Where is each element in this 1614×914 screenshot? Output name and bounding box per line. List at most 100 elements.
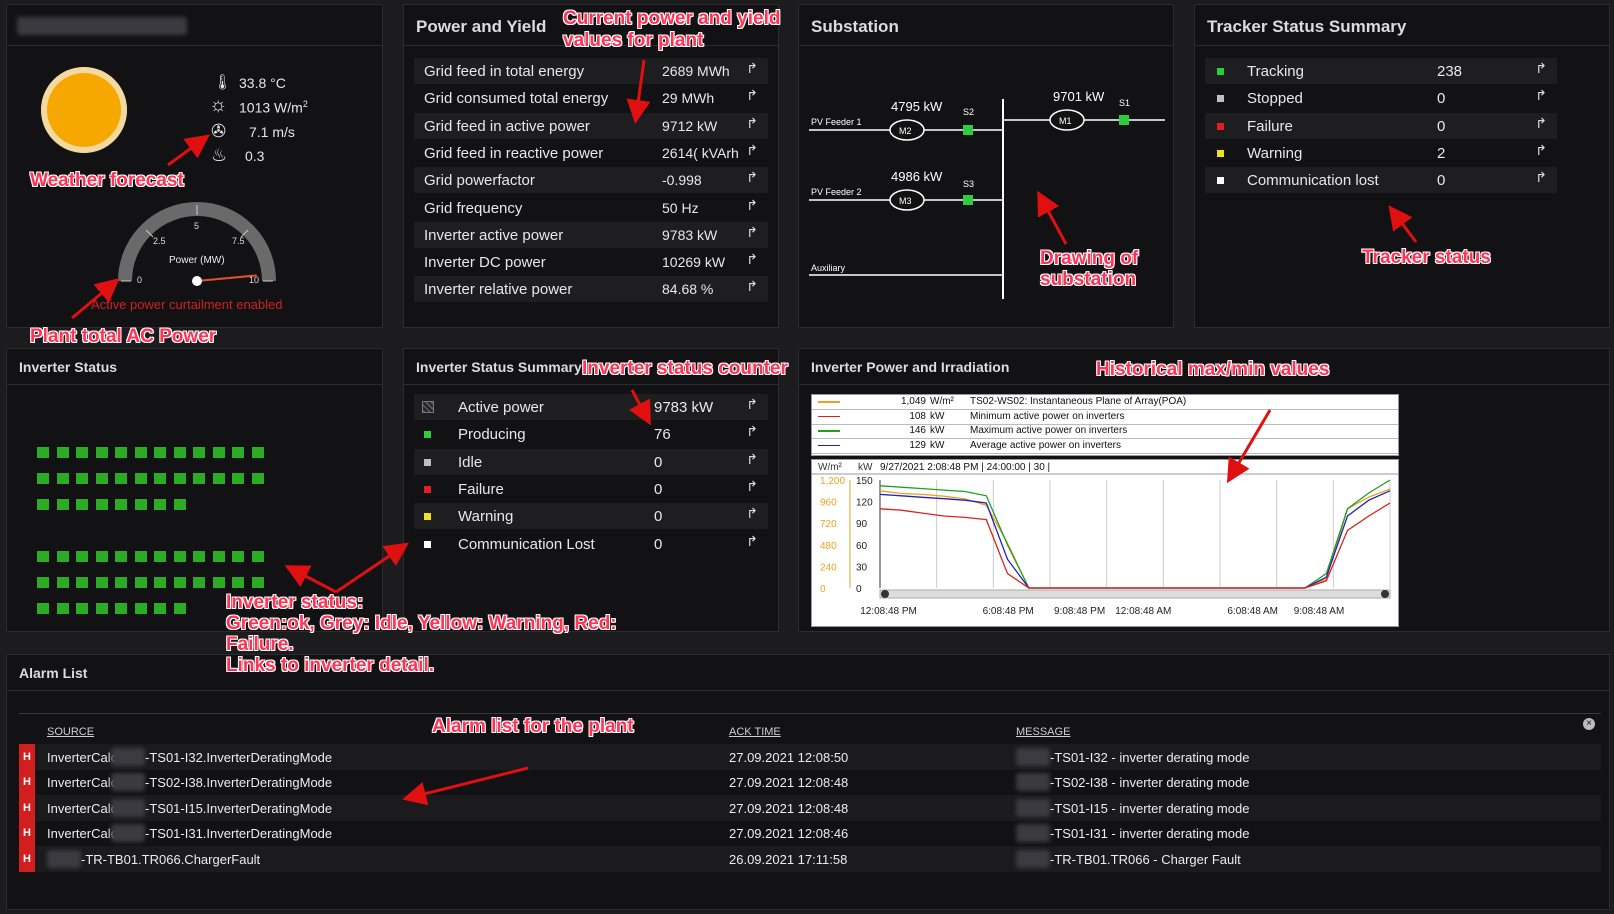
inverter-tile[interactable] [212, 551, 225, 562]
inverter-tile[interactable] [37, 551, 49, 562]
power-yield-row[interactable]: Inverter active power 9783 kW ↱ [414, 221, 768, 248]
inverter-tile[interactable] [37, 499, 49, 510]
inverter-tile[interactable] [134, 447, 147, 458]
inverter-summary-row[interactable]: Idle 0 ↱ [414, 448, 768, 475]
inverter-tile[interactable] [134, 551, 147, 562]
share-arrow-icon[interactable]: ↱ [1535, 115, 1547, 132]
inverter-tile[interactable] [56, 447, 69, 458]
header-message[interactable]: MESSAGE [1016, 726, 1070, 738]
inverter-tile[interactable] [76, 499, 88, 510]
share-arrow-icon[interactable]: ↱ [746, 278, 758, 295]
inverter-tile[interactable] [37, 577, 49, 588]
power-yield-row[interactable]: Grid consumed total energy 29 MWh ↱ [414, 85, 768, 111]
inverter-tile[interactable] [193, 577, 205, 588]
alarm-row[interactable]: H InverterCalc -TS01-I32.InverterDeratingM… [19, 744, 1601, 770]
inverter-tile[interactable] [251, 577, 264, 588]
inverter-tile[interactable] [56, 499, 69, 510]
inverter-tile[interactable] [232, 577, 244, 588]
share-arrow-icon[interactable]: ↱ [746, 451, 758, 468]
inverter-tile[interactable] [251, 447, 264, 458]
power-yield-row[interactable]: Grid feed in active power 9712 kW ↱ [414, 112, 768, 139]
inverter-tile[interactable] [115, 473, 127, 484]
inverter-tile[interactable] [134, 603, 147, 614]
share-arrow-icon[interactable]: ↱ [1535, 60, 1547, 77]
inverter-tile[interactable] [37, 603, 49, 614]
inverter-tile[interactable] [115, 447, 127, 458]
inverter-tile[interactable] [95, 603, 108, 614]
inverter-tile[interactable] [95, 499, 108, 510]
inverter-tile[interactable] [154, 473, 166, 484]
inverter-tile[interactable] [134, 473, 147, 484]
inverter-tile[interactable] [173, 447, 186, 458]
inverter-tile[interactable] [115, 577, 127, 588]
tracker-row[interactable]: Stopped 0 ↱ [1205, 85, 1557, 111]
alarm-row[interactable]: H InverterCalc -TS01-I31.InverterDeratingM… [19, 820, 1601, 847]
inverter-tile[interactable] [154, 551, 166, 562]
share-arrow-icon[interactable]: ↱ [746, 505, 758, 522]
share-arrow-icon[interactable]: ↱ [746, 478, 758, 495]
inverter-tile[interactable] [37, 447, 49, 458]
inverter-tile[interactable] [154, 603, 166, 614]
share-arrow-icon[interactable]: ↱ [746, 396, 758, 413]
inverter-tile[interactable] [56, 473, 69, 484]
inverter-tile[interactable] [134, 577, 147, 588]
share-arrow-icon[interactable]: ↱ [746, 224, 758, 241]
inverter-tile[interactable] [76, 473, 88, 484]
inverter-tile[interactable] [37, 473, 49, 484]
power-yield-row[interactable]: Inverter relative power 84.68 % ↱ [414, 276, 768, 303]
inverter-tile[interactable] [76, 551, 88, 562]
share-arrow-icon[interactable]: ↱ [746, 251, 758, 268]
inverter-tile[interactable] [115, 551, 127, 562]
inverter-tile[interactable] [251, 473, 264, 484]
tracker-row[interactable]: Tracking 238 ↱ [1205, 58, 1557, 84]
alarm-row[interactable]: H -TR-TB01.TR066.ChargerFault 26.09.2021 1… [19, 845, 1601, 872]
inverter-tile[interactable] [56, 603, 69, 614]
inverter-tile[interactable] [212, 473, 225, 484]
share-arrow-icon[interactable]: ↱ [746, 142, 758, 159]
inverter-tile[interactable] [193, 551, 205, 562]
inverter-tile[interactable] [76, 577, 88, 588]
inverter-tile[interactable] [95, 447, 108, 458]
inverter-tile[interactable] [76, 603, 88, 614]
header-ack-time[interactable]: ACK TIME [729, 726, 781, 738]
share-arrow-icon[interactable]: ↱ [746, 115, 758, 132]
share-arrow-icon[interactable]: ↱ [746, 169, 758, 186]
alarm-row[interactable]: H InverterCalc -TS02-I38.InverterDeratingM… [19, 769, 1601, 796]
inverter-tile[interactable] [95, 473, 108, 484]
inverter-tile[interactable] [193, 447, 205, 458]
inverter-tile[interactable] [115, 603, 127, 614]
power-yield-row[interactable]: Inverter DC power 10269 kW ↱ [414, 249, 768, 275]
inverter-summary-row[interactable]: Producing 76 ↱ [414, 421, 768, 447]
power-yield-row[interactable]: Grid feed in total energy 2689 MWh ↱ [414, 58, 768, 84]
inverter-tile[interactable] [115, 499, 127, 510]
inverter-tile[interactable] [193, 473, 205, 484]
tracker-row[interactable]: Warning 2 ↱ [1205, 140, 1557, 166]
inverter-tile[interactable] [134, 499, 147, 510]
inverter-summary-row[interactable]: Failure 0 ↱ [414, 476, 768, 502]
inverter-tile[interactable] [56, 551, 69, 562]
share-arrow-icon[interactable]: ↱ [746, 87, 758, 104]
share-arrow-icon[interactable]: ↱ [746, 60, 758, 77]
inverter-tile[interactable] [95, 551, 108, 562]
inverter-tile[interactable] [251, 551, 264, 562]
power-yield-row[interactable]: Grid frequency 50 Hz ↱ [414, 195, 768, 221]
share-arrow-icon[interactable]: ↱ [746, 197, 758, 214]
inverter-tile[interactable] [173, 551, 186, 562]
inverter-summary-row[interactable]: Warning 0 ↱ [414, 503, 768, 530]
share-arrow-icon[interactable]: ↱ [1535, 142, 1547, 159]
inverter-tile[interactable] [173, 577, 186, 588]
alarm-row[interactable]: H InverterCalc -TS01-I15.InverterDeratingM… [19, 794, 1601, 821]
inverter-tile[interactable] [154, 447, 166, 458]
inverter-tile[interactable] [232, 551, 244, 562]
tracker-row[interactable]: Communication lost 0 ↱ [1205, 167, 1557, 194]
tracker-row[interactable]: Failure 0 ↱ [1205, 112, 1557, 139]
share-arrow-icon[interactable]: ↱ [1535, 169, 1547, 186]
inverter-tile[interactable] [212, 447, 225, 458]
share-arrow-icon[interactable]: ↱ [746, 423, 758, 440]
inverter-summary-row[interactable]: Communication Lost 0 ↱ [414, 531, 768, 557]
share-arrow-icon[interactable]: ↱ [1535, 87, 1547, 104]
inverter-tile[interactable] [154, 499, 166, 510]
power-yield-row[interactable]: Grid feed in reactive power 2614( kVArh ↱ [414, 140, 768, 166]
inverter-tile[interactable] [232, 473, 244, 484]
inverter-tile[interactable] [212, 577, 225, 588]
